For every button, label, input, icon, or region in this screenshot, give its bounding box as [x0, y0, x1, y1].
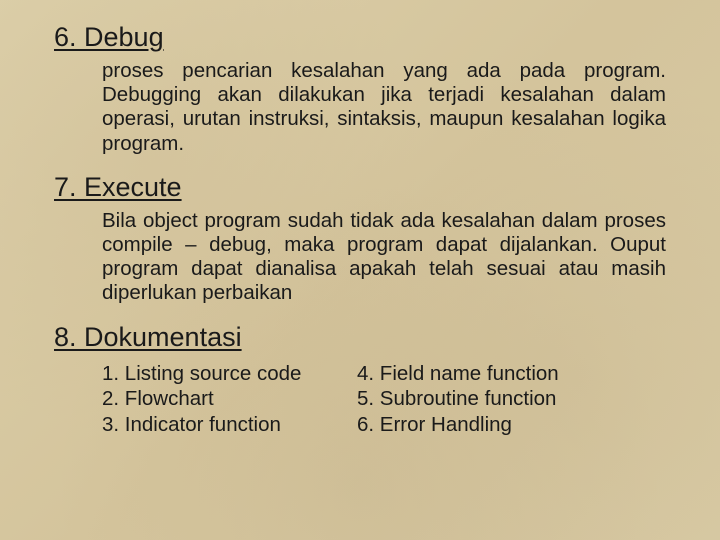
heading-dokumentasi: 8. Dokumentasi: [54, 322, 666, 353]
body-execute: Bila object program sudah tidak ada kesa…: [102, 209, 666, 306]
section-debug: 6. Debug proses pencarian kesalahan yang…: [54, 22, 666, 156]
dokumentasi-col-2: 4. Field name function 5. Subroutine fun…: [357, 361, 666, 438]
list-item: 2. Flowchart: [102, 386, 357, 412]
list-item: 6. Error Handling: [357, 412, 666, 438]
list-item: 1. Listing source code: [102, 361, 357, 387]
list-item: 3. Indicator function: [102, 412, 357, 438]
section-execute: 7. Execute Bila object program sudah tid…: [54, 172, 666, 306]
dokumentasi-col-1: 1. Listing source code 2. Flowchart 3. I…: [102, 361, 357, 438]
list-item: 4. Field name function: [357, 361, 666, 387]
heading-debug: 6. Debug: [54, 22, 666, 53]
heading-execute: 7. Execute: [54, 172, 666, 203]
dokumentasi-columns: 1. Listing source code 2. Flowchart 3. I…: [102, 361, 666, 438]
body-debug: proses pencarian kesalahan yang ada pada…: [102, 59, 666, 156]
section-dokumentasi: 8. Dokumentasi 1. Listing source code 2.…: [54, 322, 666, 438]
list-item: 5. Subroutine function: [357, 386, 666, 412]
